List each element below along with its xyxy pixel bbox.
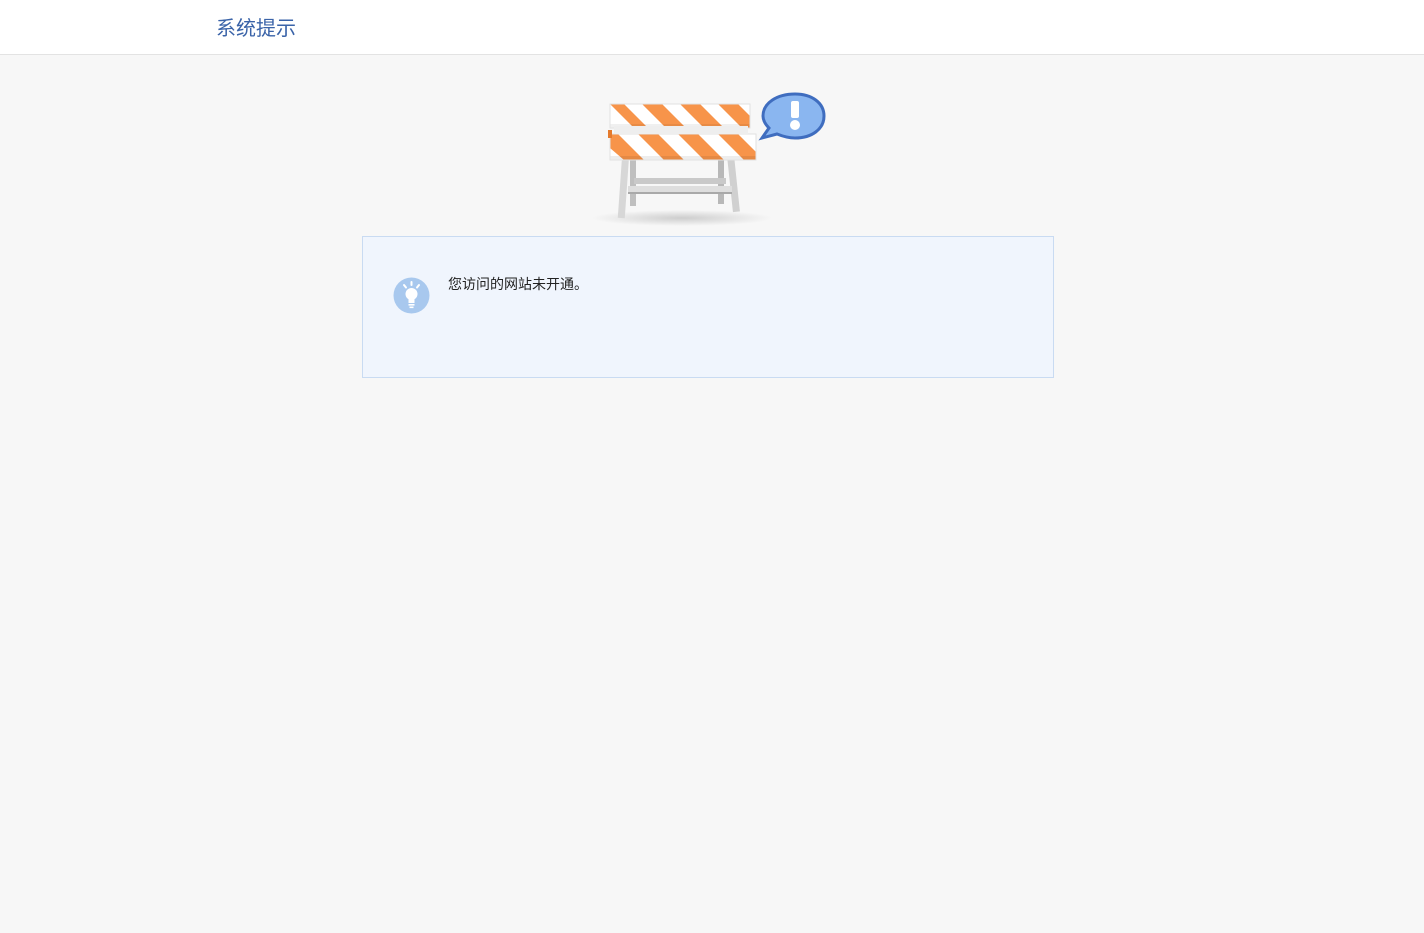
exclamation-bubble-icon bbox=[758, 92, 826, 141]
barrier-board-bottom bbox=[610, 134, 756, 160]
notice-box: 您访问的网站未开通。 bbox=[362, 236, 1054, 378]
lightbulb-icon bbox=[393, 277, 430, 314]
barrier-illustration bbox=[590, 86, 830, 228]
top-header-bar: 系统提示 bbox=[0, 0, 1424, 55]
barrier-legs bbox=[617, 155, 740, 219]
notice-message: 您访问的网站未开通。 bbox=[448, 277, 588, 293]
barrier-board-top bbox=[610, 104, 750, 128]
page-title: 系统提示 bbox=[216, 16, 296, 40]
